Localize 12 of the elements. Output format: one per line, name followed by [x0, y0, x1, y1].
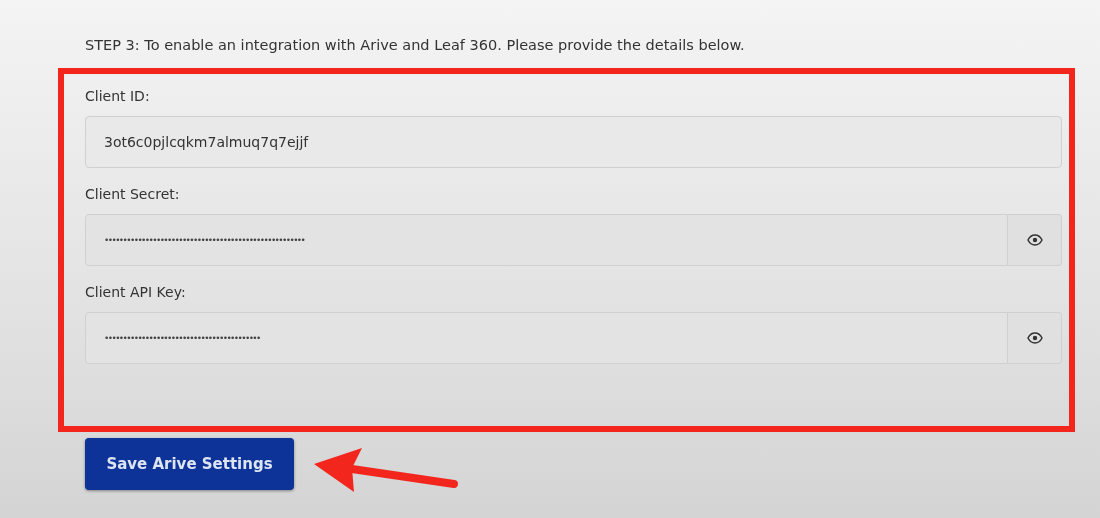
eye-icon — [1026, 234, 1043, 246]
instructions-text: STEP 3: To enable an integration with Arive and Leaf 360. Please provide the details below. — [85, 36, 746, 54]
show-password-button[interactable] — [1008, 214, 1062, 266]
input-field[interactable]: •••••••••••••••••••••••••••••••••••••••••••••••••••••• — [85, 214, 1008, 266]
input-field[interactable]: •••••••••••••••••••••••••••••••••••••••••• — [85, 312, 1008, 364]
field-label: Client API Key: — [85, 284, 187, 300]
show-password-button[interactable] — [1008, 312, 1062, 364]
field-label: Client Secret: — [85, 186, 181, 202]
save-button[interactable]: Save Arive Settings — [85, 438, 294, 490]
input-field[interactable]: 3ot6c0pjlcqkm7almuq7q7ejjf — [85, 116, 1062, 168]
field-label: Client ID: — [85, 88, 151, 104]
eye-icon — [1026, 332, 1043, 344]
